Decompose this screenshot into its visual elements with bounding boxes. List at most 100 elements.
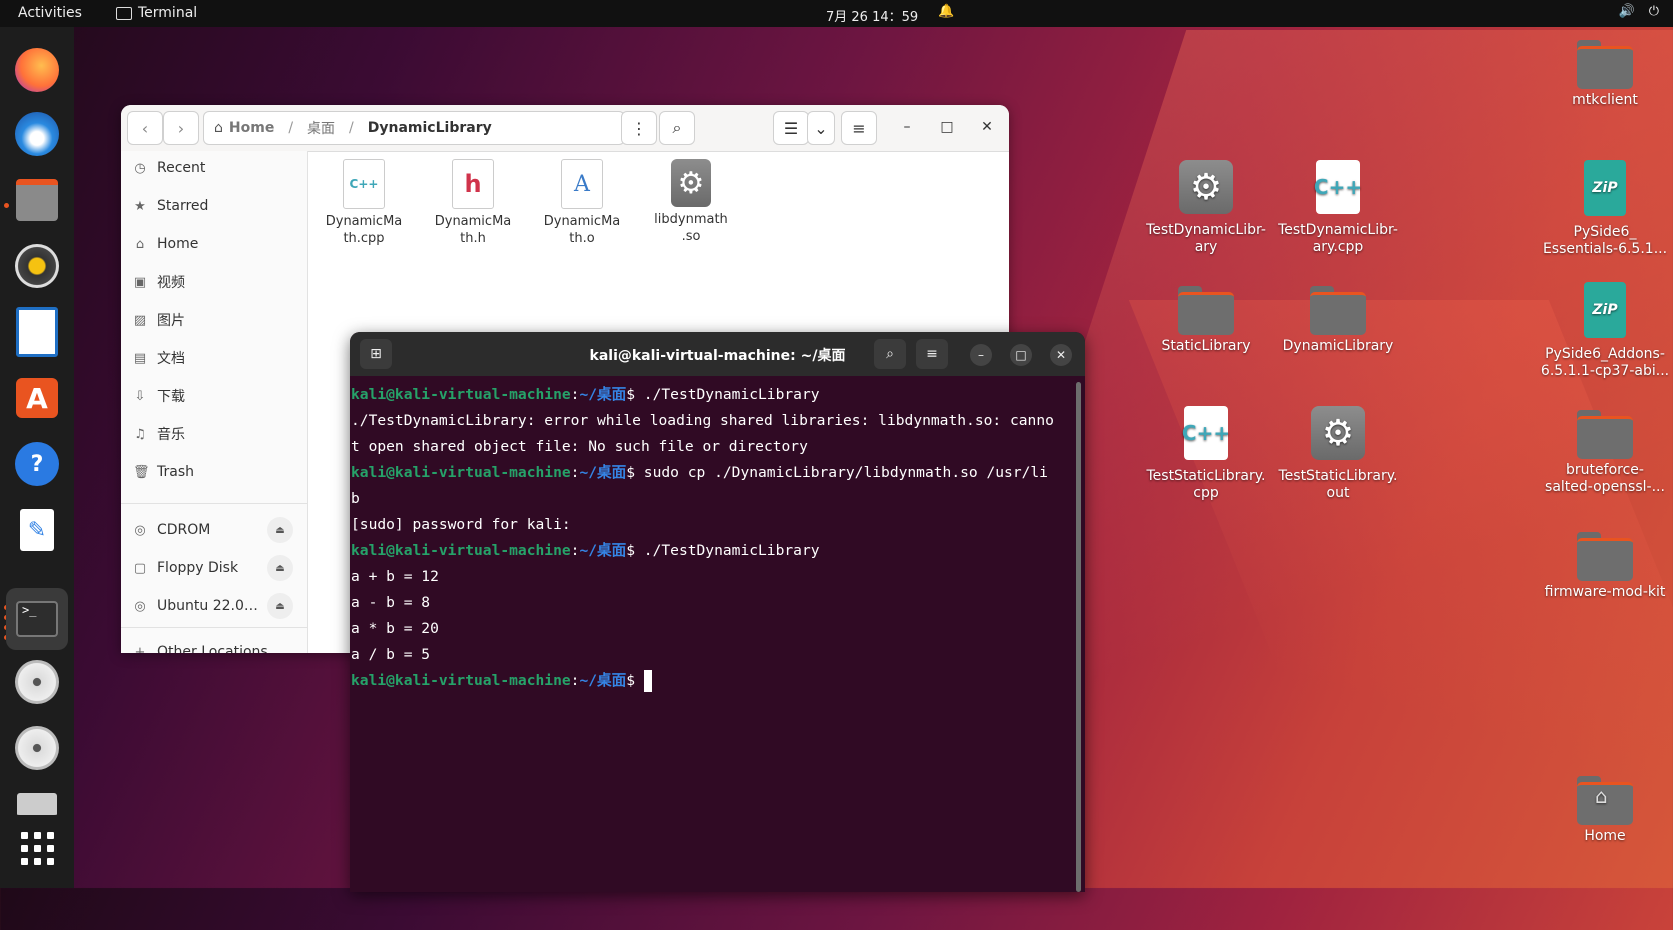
view-options-button[interactable]: ⌄ bbox=[807, 111, 835, 145]
path-bar[interactable]: ⌂ Home / 桌面 / DynamicLibrary bbox=[203, 111, 625, 145]
gear-icon: ⚙ bbox=[671, 159, 711, 207]
file-item[interactable]: A DynamicMa th.o bbox=[534, 159, 630, 247]
desktop-item-staticlibrary[interactable]: StaticLibrary bbox=[1141, 286, 1271, 355]
path-home[interactable]: Home bbox=[229, 120, 274, 136]
sidebar-label: 视频 bbox=[157, 275, 185, 291]
cpp-file-icon: C++ bbox=[1314, 160, 1362, 214]
folder-icon bbox=[1577, 410, 1633, 459]
terminal-line: ./TestDynamicLibrary: error while loadin… bbox=[351, 412, 1054, 429]
desktop-item-teststaticlibrary-out[interactable]: ⚙ TestStaticLibrary. out bbox=[1273, 406, 1403, 502]
file-item[interactable]: ⚙ libdynmath .so bbox=[643, 159, 739, 245]
terminal-line: kali@kali-virtual-machine:~/桌面$ ./TestDy… bbox=[351, 542, 820, 559]
cpp-file-icon: C++ bbox=[1182, 406, 1230, 460]
hamburger-icon: ≡ bbox=[852, 118, 866, 138]
sidebar-item-pictures[interactable]: ▨ 图片 bbox=[133, 305, 303, 335]
system-menu[interactable]: 🔊 ⏻ bbox=[1619, 4, 1659, 19]
sidebar-label: 图片 bbox=[157, 313, 185, 329]
sidebar-item-documents[interactable]: ▤ 文档 bbox=[133, 343, 303, 373]
app-menu[interactable]: Terminal bbox=[116, 5, 197, 21]
sidebar-label: Recent bbox=[157, 160, 206, 176]
files-sidebar: ◷ Recent ★ Starred ⌂ Home ▣ 视频 ▨ 图片 ▤ 文档 ⇩ 下载 ♫… bbox=[121, 151, 308, 653]
file-name: DynamicMa bbox=[325, 214, 403, 229]
forward-button[interactable]: › bbox=[163, 111, 199, 145]
dvd-icon[interactable] bbox=[10, 721, 64, 775]
sidebar-item-videos[interactable]: ▣ 视频 bbox=[133, 267, 303, 297]
star-icon: ★ bbox=[134, 198, 146, 214]
thunderbird-icon[interactable] bbox=[10, 107, 64, 161]
cdrom-icon[interactable] bbox=[10, 655, 64, 709]
desktop-item-testdynamiclibrary[interactable]: ⚙ TestDynamicLibr- ary bbox=[1141, 160, 1271, 256]
text-editor-icon[interactable]: ✎ bbox=[10, 503, 64, 557]
view-list-button[interactable]: ☰ bbox=[773, 111, 809, 145]
notification-bell-icon[interactable]: 🔔 bbox=[938, 4, 954, 19]
show-apps-icon[interactable] bbox=[10, 821, 64, 875]
desktop-item-pyside6-essentials[interactable]: ZiP PySide6_ Essentials-6.5.1... bbox=[1540, 160, 1670, 258]
terminal-cursor bbox=[643, 670, 652, 692]
rhythmbox-icon[interactable] bbox=[10, 239, 64, 293]
object-file-icon: A bbox=[561, 159, 603, 209]
writer-icon[interactable] bbox=[10, 305, 64, 359]
desktop-item-label: PySide6_Addons- bbox=[1545, 346, 1665, 362]
terminal-scrollbar[interactable] bbox=[1076, 382, 1081, 892]
path-menu-button[interactable]: ⋮ bbox=[621, 111, 657, 145]
dock: A ? ✎ >_ bbox=[0, 27, 74, 888]
folder-icon bbox=[1178, 286, 1234, 335]
disk-icon[interactable] bbox=[10, 785, 64, 815]
desktop-item-home[interactable]: ⌂ Home bbox=[1540, 776, 1670, 845]
zip-file-icon: ZiP bbox=[1584, 160, 1626, 216]
file-name: th.cpp bbox=[343, 231, 385, 246]
desktop-item-label: salted-openssl-... bbox=[1545, 479, 1665, 495]
search-button[interactable]: ⌕ bbox=[659, 111, 695, 145]
search-button[interactable]: ⌕ bbox=[874, 339, 906, 369]
gear-icon: ⚙ bbox=[1311, 406, 1365, 460]
terminal-output[interactable]: kali@kali-virtual-machine:~/桌面$ ./TestDy… bbox=[351, 382, 1076, 694]
terminal-icon[interactable]: >_ bbox=[6, 588, 68, 650]
firefox-icon[interactable] bbox=[10, 43, 64, 97]
sidebar-item-music[interactable]: ♫ 音乐 bbox=[133, 419, 303, 449]
desktop-item-pyside6-addons[interactable]: ZiP PySide6_Addons- 6.5.1.1-cp37-abi... bbox=[1540, 282, 1670, 380]
eject-icon[interactable]: ⏏ bbox=[267, 555, 293, 581]
terminal-line: a * b = 20 bbox=[351, 620, 439, 637]
clock[interactable]: 7月 26 14：59 bbox=[826, 6, 918, 25]
desktop-item-label: TestStaticLibrary. bbox=[1278, 468, 1398, 484]
path-current[interactable]: DynamicLibrary bbox=[368, 120, 492, 136]
sidebar-item-trash[interactable]: 🗑 Trash bbox=[133, 457, 303, 487]
terminal-line: kali@kali-virtual-machine:~/桌面$ bbox=[351, 668, 1076, 694]
maximize-button[interactable]: □ bbox=[1010, 344, 1032, 366]
sidebar-label: Trash bbox=[157, 464, 194, 480]
minimize-button[interactable]: – bbox=[970, 344, 992, 366]
back-button[interactable]: ‹ bbox=[127, 111, 163, 145]
close-button[interactable]: ✕ bbox=[1050, 344, 1072, 366]
sidebar-item-recent[interactable]: ◷ Recent bbox=[133, 153, 303, 183]
desktop-item-label: TestDynamicLibr- bbox=[1146, 222, 1266, 238]
app-center-icon[interactable]: A bbox=[10, 371, 64, 425]
desktop-item-dynamiclibrary[interactable]: DynamicLibrary bbox=[1273, 286, 1403, 355]
file-item[interactable]: h DynamicMa th.h bbox=[425, 159, 521, 247]
files-icon[interactable] bbox=[10, 173, 64, 227]
sidebar-item-home[interactable]: ⌂ Home bbox=[133, 229, 303, 259]
file-item[interactable]: C++ DynamicMa th.cpp bbox=[316, 159, 412, 247]
close-button[interactable]: ✕ bbox=[975, 115, 999, 139]
desktop-item-teststaticlibrary-cpp[interactable]: C++ TestStaticLibrary. cpp bbox=[1141, 406, 1271, 502]
sidebar-item-downloads[interactable]: ⇩ 下载 bbox=[133, 381, 303, 411]
sidebar-divider bbox=[121, 503, 307, 504]
folder-icon bbox=[1577, 40, 1633, 89]
desktop-item-bruteforce[interactable]: bruteforce- salted-openssl-... bbox=[1540, 410, 1670, 496]
eject-icon[interactable]: ⏏ bbox=[267, 593, 293, 619]
clock-icon: ◷ bbox=[134, 160, 146, 176]
activities-button[interactable]: Activities bbox=[18, 5, 82, 21]
desktop-item-firmware-mod-kit[interactable]: firmware-mod-kit bbox=[1540, 532, 1670, 601]
desktop-item-mtkclient[interactable]: mtkclient bbox=[1540, 40, 1670, 109]
plus-icon: + bbox=[134, 644, 146, 654]
sidebar-item-starred[interactable]: ★ Starred bbox=[133, 191, 303, 221]
maximize-button[interactable]: □ bbox=[935, 115, 959, 139]
minimize-button[interactable]: – bbox=[895, 115, 919, 139]
desktop-item-testdynamiclibrary-cpp[interactable]: C++ TestDynamicLibr- ary.cpp bbox=[1273, 160, 1403, 256]
help-icon[interactable]: ? bbox=[10, 437, 64, 491]
eject-icon[interactable]: ⏏ bbox=[267, 517, 293, 543]
sidebar-item-other-locations[interactable]: + Other Locations bbox=[133, 637, 303, 653]
picture-icon: ▨ bbox=[133, 312, 147, 328]
main-menu-button[interactable]: ≡ bbox=[841, 111, 877, 145]
path-desktop[interactable]: 桌面 bbox=[307, 118, 335, 138]
menu-button[interactable]: ≡ bbox=[916, 339, 948, 369]
